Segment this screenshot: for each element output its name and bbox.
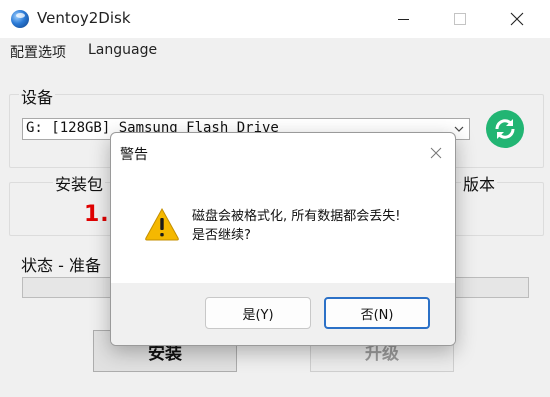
warning-icon (144, 207, 180, 245)
close-button[interactable] (494, 0, 540, 38)
dialog-footer: 是(Y) 否(N) (111, 283, 455, 345)
window-title: Ventoy2Disk (37, 9, 131, 27)
refresh-icon (495, 119, 515, 139)
dialog-title: 警告 (120, 147, 148, 163)
maximize-icon (454, 13, 466, 25)
package-version-value: 1. (84, 202, 110, 227)
maximize-button[interactable] (437, 0, 483, 38)
dialog-message-line-1: 磁盘会被格式化, 所有数据都会丢失! (192, 209, 401, 224)
menu-options[interactable]: 配置选项 (10, 42, 66, 62)
ventoy-window: Ventoy2Disk 配置选项 Language 设备 G: [128GB] … (0, 0, 550, 397)
minimize-button[interactable] (380, 0, 426, 38)
close-icon (510, 12, 524, 26)
menu-bar: 配置选项 Language (0, 38, 550, 64)
dialog-message: 磁盘会被格式化, 所有数据都会丢失! 是否继续? (192, 207, 400, 245)
dialog-close-button[interactable] (421, 139, 451, 167)
menu-language[interactable]: Language (88, 42, 157, 58)
status-label: 状态 - 准备 (19, 252, 103, 276)
device-group-label: 设备 (19, 84, 56, 108)
yes-button[interactable]: 是(Y) (205, 297, 311, 329)
warning-dialog: 警告 磁盘会被格式化, 所有数据都会丢失! 是否继续? 是(Y) 否(N) (110, 132, 456, 346)
no-button[interactable]: 否(N) (324, 297, 430, 329)
title-bar: Ventoy2Disk (0, 0, 550, 38)
package-version-label: 安装包 (53, 171, 106, 195)
close-icon (430, 147, 442, 159)
ventoy-globe-icon (11, 10, 29, 28)
refresh-button[interactable] (486, 110, 524, 148)
device-version-label: 版本 (461, 171, 498, 195)
minimize-icon (397, 18, 409, 20)
dialog-message-line-2: 是否继续? (192, 228, 251, 243)
